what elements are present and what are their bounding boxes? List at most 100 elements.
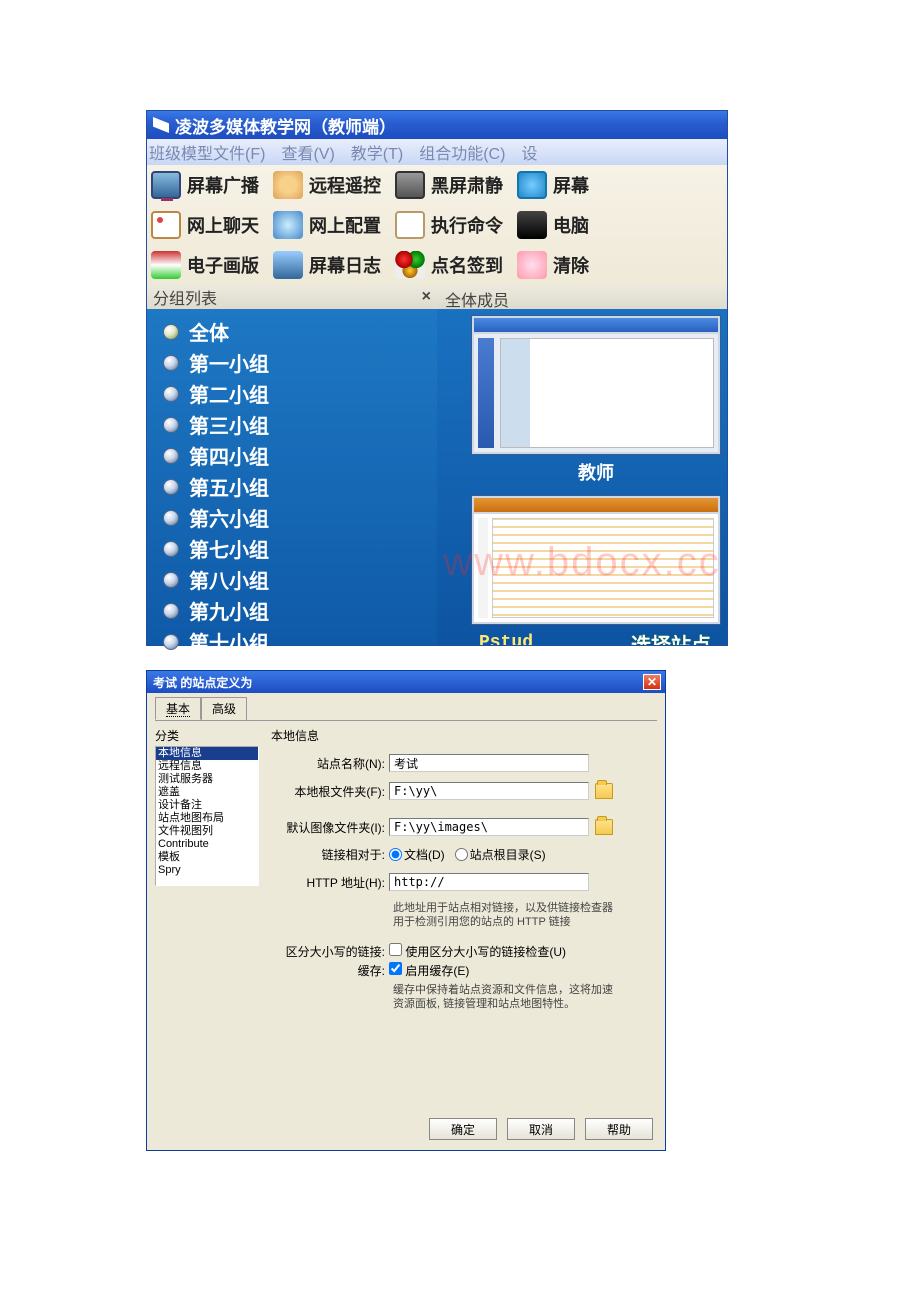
group-list: 全体 第一小组 第二小组 第三小组 第四小组 第五小组 第六小组 第七小组 第八… <box>147 309 437 664</box>
btn-command[interactable]: 执行命令 <box>395 211 503 239</box>
bullet-icon <box>163 324 179 340</box>
group-item-all[interactable]: 全体 <box>157 317 433 346</box>
app-title: 凌波多媒体教学网（教师端） <box>175 113 396 138</box>
select-site-label: 选择站点 <box>629 628 713 646</box>
group-item-5[interactable]: 第五小组 <box>157 472 433 501</box>
btn-r1d[interactable]: 屏幕 <box>517 171 589 199</box>
radio-document[interactable]: 文档(D) <box>389 846 445 863</box>
category-item[interactable]: 测试服务器 <box>156 773 258 786</box>
bullet-icon <box>163 386 179 402</box>
sitename-label: 站点名称(N): <box>271 755 389 772</box>
category-item[interactable]: 远程信息 <box>156 760 258 773</box>
btn-r3d[interactable]: 清除 <box>517 251 589 279</box>
people-icon <box>395 251 425 279</box>
toolbars: 屏幕广播 远程遥控 黑屏肃静 屏幕 网上聊天 <box>147 165 727 285</box>
radio-document-input[interactable] <box>389 848 402 861</box>
tab-panel: 分类 本地信息 远程信息 测试服务器 遮盖 设计备注 站点地图布局 文件视图列 … <box>155 720 657 1110</box>
titlebar[interactable]: 凌波多媒体教学网（教师端） <box>147 111 727 139</box>
members-pane: 全体成员 教师 Pstud 选择站点 www.bdocx.cc <box>437 285 727 645</box>
dialog-buttons: 确定 取消 帮助 <box>147 1118 653 1140</box>
group-item-3[interactable]: 第三小组 <box>157 410 433 439</box>
case-check[interactable]: 使用区分大小写的链接检查(U) <box>389 943 566 960</box>
radio-siteroot[interactable]: 站点根目录(S) <box>455 846 546 863</box>
httpaddr-input[interactable] <box>389 873 589 891</box>
localroot-label: 本地根文件夹(F): <box>271 783 389 800</box>
category-item[interactable]: Spry <box>156 864 258 877</box>
menu-view[interactable]: 查看(V) <box>281 140 334 164</box>
category-item[interactable]: 站点地图布局 <box>156 812 258 825</box>
case-checkbox-input[interactable] <box>389 943 402 956</box>
group-item-6[interactable]: 第六小组 <box>157 503 433 532</box>
btn-paint[interactable]: 电子画版 <box>151 251 259 279</box>
btn-blackscreen[interactable]: 黑屏肃静 <box>395 171 503 199</box>
case-label: 区分大小写的链接: <box>271 943 389 960</box>
category-item[interactable]: 本地信息 <box>156 747 258 760</box>
sitename-input[interactable] <box>389 754 589 772</box>
group-item-4[interactable]: 第四小组 <box>157 441 433 470</box>
thumbnail-caption: 教师 <box>471 459 721 485</box>
screen-icon <box>517 171 547 199</box>
cache-label: 缓存: <box>271 962 389 979</box>
monitor-icon <box>151 171 181 199</box>
disk-icon <box>517 211 547 239</box>
radio-siteroot-input[interactable] <box>455 848 468 861</box>
btn-netconfig[interactable]: 网上配置 <box>273 211 381 239</box>
cache-checkbox-input[interactable] <box>389 962 402 975</box>
log-icon <box>273 251 303 279</box>
tab-basic[interactable]: 基本 <box>155 697 201 720</box>
btn-r2d[interactable]: 电脑 <box>517 211 589 239</box>
category-item[interactable]: 文件视图列 <box>156 825 258 838</box>
group-item-1[interactable]: 第一小组 <box>157 348 433 377</box>
group-item-7[interactable]: 第七小组 <box>157 534 433 563</box>
group-sidebar: 分组列表 × 全体 第一小组 第二小组 第三小组 第四小组 第五小组 第六小组 … <box>147 285 437 645</box>
blackscreen-icon <box>395 171 425 199</box>
dialog-titlebar[interactable]: 考试 的站点定义为 ✕ <box>147 671 665 693</box>
thumbnail-teacher[interactable] <box>471 315 721 455</box>
category-item[interactable]: Contribute <box>156 838 258 851</box>
btn-chat[interactable]: 网上聊天 <box>151 211 259 239</box>
menu-more[interactable]: 设 <box>521 140 537 164</box>
thumbnail-student[interactable] <box>471 495 721 625</box>
btn-broadcast[interactable]: 屏幕广播 <box>151 171 259 199</box>
members-header: 全体成员 <box>437 285 727 309</box>
cache-check[interactable]: 启用缓存(E) <box>389 962 469 979</box>
group-item-2[interactable]: 第二小组 <box>157 379 433 408</box>
teacher-app-window: 凌波多媒体教学网（教师端） 班级模型文件(F) 查看(V) 教学(T) 组合功能… <box>146 110 728 646</box>
category-item[interactable]: 遮盖 <box>156 786 258 799</box>
category-item[interactable]: 设计备注 <box>156 799 258 812</box>
category-list[interactable]: 本地信息 远程信息 测试服务器 遮盖 设计备注 站点地图布局 文件视图列 Con… <box>155 746 259 886</box>
category-item[interactable]: 模板 <box>156 851 258 864</box>
group-item-8[interactable]: 第八小组 <box>157 565 433 594</box>
bullet-icon <box>163 572 179 588</box>
help-button[interactable]: 帮助 <box>585 1118 653 1140</box>
ok-button[interactable]: 确定 <box>429 1118 497 1140</box>
menu-teach[interactable]: 教学(T) <box>351 140 403 164</box>
tab-strip: 基本 高级 <box>155 697 665 720</box>
cache-note: 缓存中保持着站点资源和文件信息，这将加速资源面板, 链接管理和站点地图特性。 <box>393 983 613 1011</box>
gear-icon <box>273 211 303 239</box>
cancel-button[interactable]: 取消 <box>507 1118 575 1140</box>
bullet-icon <box>163 634 179 650</box>
sidebar-header: 分组列表 × <box>147 285 437 309</box>
menu-file[interactable]: 班级模型文件(F) <box>149 140 265 164</box>
sidebar-close-icon[interactable]: × <box>422 288 431 306</box>
tab-advanced[interactable]: 高级 <box>201 697 247 720</box>
dialog-title: 考试 的站点定义为 <box>153 674 252 691</box>
localroot-input[interactable] <box>389 782 589 800</box>
defaultimg-label: 默认图像文件夹(I): <box>271 819 389 836</box>
bullet-icon <box>163 510 179 526</box>
folder-icon[interactable] <box>595 783 613 799</box>
bullet-icon <box>163 417 179 433</box>
pstud-label: Pstud <box>479 633 533 645</box>
group-item-10[interactable]: 第十小组 <box>157 627 433 656</box>
httpaddr-label: HTTP 地址(H): <box>271 874 389 891</box>
group-item-9[interactable]: 第九小组 <box>157 596 433 625</box>
menu-combo[interactable]: 组合功能(C) <box>419 140 505 164</box>
defaultimg-input[interactable] <box>389 818 589 836</box>
close-icon[interactable]: ✕ <box>643 674 661 690</box>
btn-screenlog[interactable]: 屏幕日志 <box>273 251 381 279</box>
bullet-icon <box>163 603 179 619</box>
btn-remote[interactable]: 远程遥控 <box>273 171 381 199</box>
btn-rollcall[interactable]: 点名签到 <box>395 251 503 279</box>
folder-icon[interactable] <box>595 819 613 835</box>
